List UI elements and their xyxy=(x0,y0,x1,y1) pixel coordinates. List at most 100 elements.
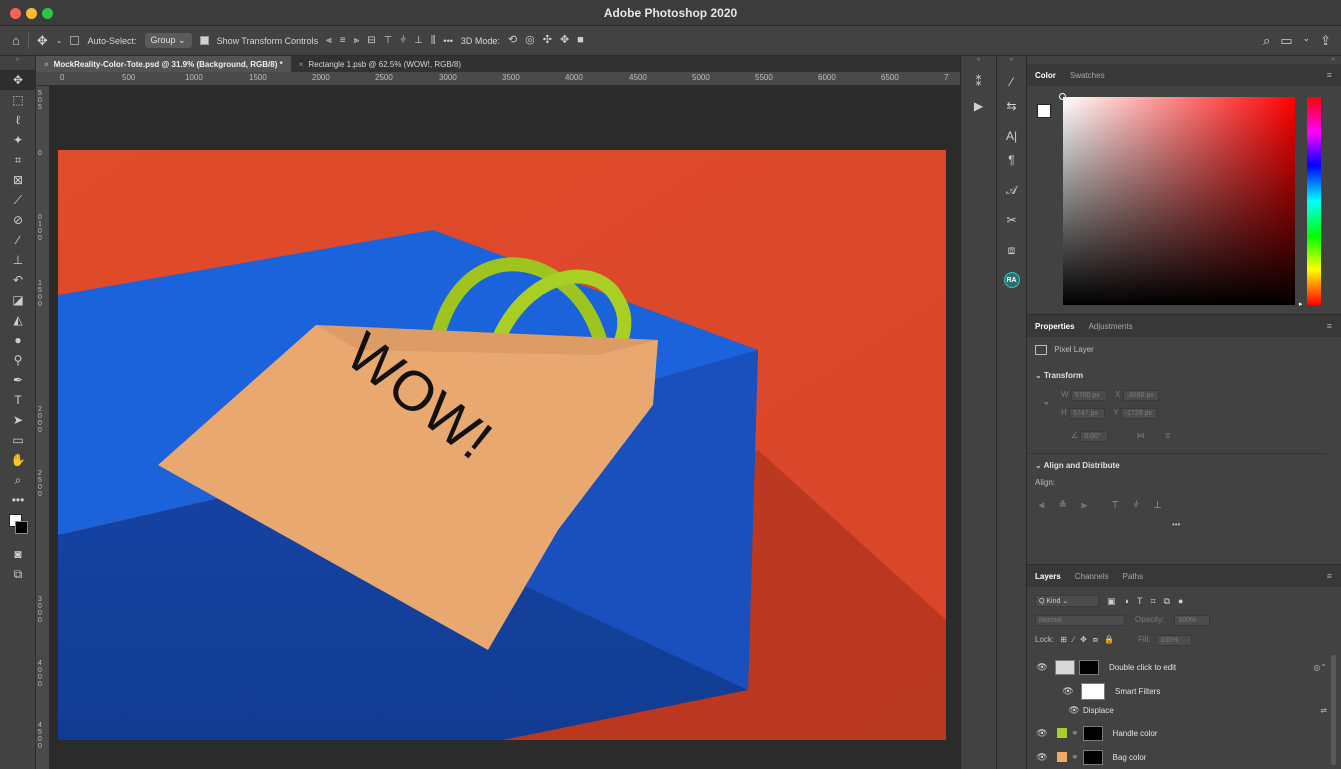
brush-tool-icon[interactable]: ∕ xyxy=(0,230,36,250)
doc-tab-active[interactable]: × MockReality-Color-Tote.psd @ 31.9% (Ba… xyxy=(36,56,291,72)
healing-tool-icon[interactable]: ⊘ xyxy=(0,210,36,230)
filter-type-icon[interactable]: T xyxy=(1137,596,1143,606)
align-top-icon[interactable]: ⊤ xyxy=(384,35,393,46)
workspace-icon[interactable]: ▭ xyxy=(1280,33,1292,49)
filter-smart-object-icon[interactable]: ⧉ xyxy=(1164,596,1170,607)
show-transform-checkbox[interactable] xyxy=(199,36,209,45)
rectangle-tool-icon[interactable]: ▭ xyxy=(0,430,36,450)
more-tools-icon[interactable]: ••• xyxy=(0,490,36,510)
tool-presets-icon[interactable]: ✂ xyxy=(997,208,1026,232)
blur-tool-icon[interactable]: ● xyxy=(0,330,36,350)
blend-mode-dropdown[interactable]: Normal xyxy=(1035,615,1125,626)
panel-collapse-icon[interactable]: » xyxy=(1027,56,1341,64)
canvas-area[interactable]: WOW! xyxy=(50,86,960,769)
path-select-tool-icon[interactable]: ➤ xyxy=(0,410,36,430)
layer-mask-thumbnail[interactable] xyxy=(1079,659,1099,675)
actions-play-icon[interactable]: ▶ xyxy=(961,94,996,118)
screen-mode-icon[interactable]: ⧉ xyxy=(0,564,36,584)
search-icon[interactable]: ⌕ xyxy=(1263,33,1270,49)
align-left-icon[interactable]: ⫷ xyxy=(326,35,332,46)
filter-shape-icon[interactable]: ⌗ xyxy=(1150,596,1155,607)
flip-horizontal-icon[interactable]: ⋈ xyxy=(1137,431,1145,440)
lock-pixels-icon[interactable]: ∕ xyxy=(1073,635,1074,646)
transform-header[interactable]: ⌄ Transform xyxy=(1035,371,1083,380)
layer-row-smart-object[interactable]: 👁 Double click to edit ◎⌃ xyxy=(1027,655,1327,679)
workspace-chevron-icon[interactable]: ⌄ xyxy=(1303,33,1311,49)
3d-orbit-icon[interactable]: ⟲ xyxy=(508,35,517,46)
filter-adjustment-icon[interactable]: ◑ xyxy=(1124,596,1129,606)
strip-collapse-icon[interactable]: « xyxy=(961,56,996,70)
auto-select-dropdown[interactable]: Group ⌄ xyxy=(144,33,192,48)
handle-color-swatch[interactable] xyxy=(1057,728,1067,738)
align-right-edges-icon[interactable]: ⫸ xyxy=(1081,500,1087,511)
lasso-tool-icon[interactable]: ℓ xyxy=(0,110,36,130)
history-brush-tool-icon[interactable]: ↶ xyxy=(0,270,36,290)
visibility-eye-icon[interactable]: 👁 xyxy=(1035,728,1049,739)
visibility-eye-icon[interactable]: 👁 xyxy=(1067,705,1081,716)
align-horizontal-centers-icon[interactable]: ≗ xyxy=(1059,500,1067,511)
tab-paths[interactable]: Paths xyxy=(1123,572,1143,581)
artwork-canvas[interactable]: WOW! xyxy=(58,150,946,740)
home-icon[interactable]: ⌂ xyxy=(12,34,20,47)
layer-row-handle-color[interactable]: 👁 ⚭ Handle color xyxy=(1027,721,1327,745)
align-right-icon[interactable]: ⫸ xyxy=(354,35,360,46)
tab-channels[interactable]: Channels xyxy=(1075,572,1109,581)
foreground-color-chip[interactable] xyxy=(1037,104,1051,118)
lock-transparent-icon[interactable]: ⊞ xyxy=(1060,635,1067,646)
dodge-tool-icon[interactable]: ⚲ xyxy=(0,350,36,370)
align-vertical-centers-icon[interactable]: ⫩ xyxy=(1133,500,1139,511)
quick-mask-icon[interactable]: ◙ xyxy=(0,544,36,564)
angle-field[interactable]: 0.00° xyxy=(1080,431,1109,442)
3d-slide-icon[interactable]: ✥ xyxy=(560,35,569,46)
flip-vertical-icon[interactable]: ⧖ xyxy=(1165,431,1171,440)
link-icon[interactable]: ⚭ xyxy=(1071,728,1079,739)
close-tab-icon[interactable]: × xyxy=(299,60,304,69)
layer-name[interactable]: Displace xyxy=(1083,706,1114,715)
frame-tool-icon[interactable]: ⊠ xyxy=(0,170,36,190)
toolbar-collapse-icon[interactable]: » xyxy=(0,56,35,70)
horizontal-ruler[interactable]: 0 500 1000 1500 2000 2500 3000 3500 4000… xyxy=(36,72,960,86)
move-tool-icon[interactable]: ✥ xyxy=(37,34,48,47)
tab-swatches[interactable]: Swatches xyxy=(1070,71,1105,80)
character-panel-icon[interactable]: A| xyxy=(997,124,1026,148)
tab-properties[interactable]: Properties xyxy=(1035,322,1075,331)
panel-menu-icon[interactable]: ≡ xyxy=(1327,571,1332,581)
crop-tool-icon[interactable]: ⌗ xyxy=(0,150,36,170)
magic-wand-tool-icon[interactable]: ✦ xyxy=(0,130,36,150)
eyedropper-tool-icon[interactable]: ⟋ xyxy=(0,190,36,210)
layer-row-displace[interactable]: 👁 Displace ⇌ xyxy=(1067,698,1327,722)
bag-color-swatch[interactable] xyxy=(1057,752,1067,762)
opacity-field[interactable]: 100% xyxy=(1174,615,1211,626)
smart-filter-expand-icon[interactable]: ◎⌃ xyxy=(1313,663,1327,672)
tab-layers[interactable]: Layers xyxy=(1035,572,1061,581)
layer-row-bag-color[interactable]: 👁 ⚭ Bag color xyxy=(1027,745,1327,769)
fill-field[interactable]: 100% xyxy=(1156,635,1193,646)
strip-collapse-icon[interactable]: « xyxy=(997,56,1026,70)
layer-name[interactable]: Double click to edit xyxy=(1109,663,1176,672)
y-field[interactable]: -1728 px xyxy=(1120,408,1157,419)
layer-mask-thumbnail[interactable] xyxy=(1082,749,1103,765)
visibility-eye-icon[interactable]: 👁 xyxy=(1035,752,1049,763)
layer-name[interactable]: Bag color xyxy=(1113,753,1147,762)
close-tab-icon[interactable]: × xyxy=(44,60,49,69)
tab-adjustments[interactable]: Adjustments xyxy=(1089,322,1133,331)
zoom-tool-icon[interactable]: ⌕ xyxy=(0,470,36,490)
layer-mask-thumbnail[interactable] xyxy=(1082,725,1103,741)
auto-select-checkbox[interactable] xyxy=(70,36,80,45)
stamp-tool-icon[interactable]: ⊥ xyxy=(0,250,36,270)
libraries-icon[interactable]: ⧈ xyxy=(997,238,1026,262)
link-proportions-icon[interactable]: ⚭ xyxy=(1043,399,1050,408)
align-bottom-icon[interactable]: ⊥ xyxy=(414,35,423,46)
x-field[interactable]: -3160 px xyxy=(1122,390,1159,401)
align-middle-icon[interactable]: ⫩ xyxy=(400,35,406,46)
lock-artboard-icon[interactable]: ⧈ xyxy=(1093,635,1098,646)
layer-filter-dropdown[interactable]: Q Kind ⌄ xyxy=(1035,595,1099,607)
height-field[interactable]: 5747 px xyxy=(1069,408,1106,419)
lock-position-icon[interactable]: ✥ xyxy=(1080,635,1087,646)
panel-menu-icon[interactable]: ≡ xyxy=(1327,321,1332,331)
width-field[interactable]: 5700 px xyxy=(1070,390,1107,401)
share-icon[interactable]: ⇪ xyxy=(1320,33,1331,49)
pen-tool-icon[interactable]: ✒ xyxy=(0,370,36,390)
panel-menu-icon[interactable]: ≡ xyxy=(1327,70,1332,80)
paragraph-panel-icon[interactable]: ¶ xyxy=(997,148,1026,172)
